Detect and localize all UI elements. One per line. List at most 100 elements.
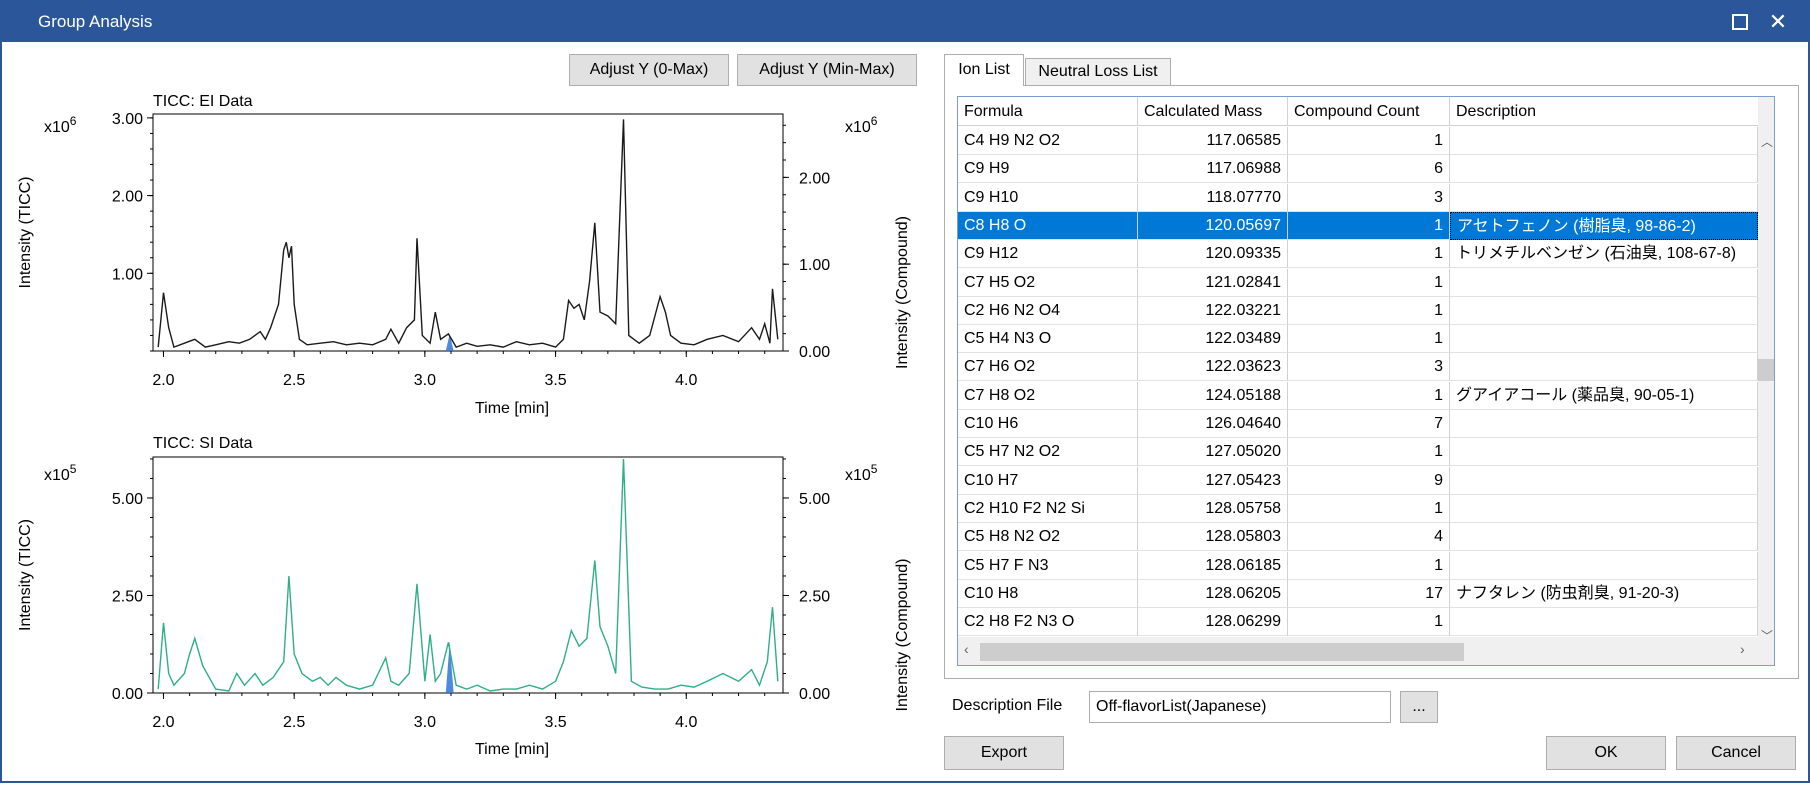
table-row[interactable]: C10 H8 128.06205 17 ナフタレン (防虫剤臭, 91-20-3)	[958, 579, 1774, 608]
table-row[interactable]: C7 H8 O2 124.05188 1 グアイアコール (薬品臭, 90-05-1)	[958, 381, 1774, 410]
y-axis-label-left: Intensity (TICC)	[17, 519, 34, 631]
close-icon[interactable]: ✕	[1764, 8, 1792, 36]
column-header-formula[interactable]: Formula	[958, 97, 1138, 126]
description-cell	[1450, 608, 1758, 637]
description-cell	[1450, 268, 1758, 297]
formula-cell: C7 H8 O2	[958, 381, 1138, 410]
count-cell: 9	[1288, 466, 1450, 495]
table-row[interactable]: C10 H7 127.05423 9	[958, 466, 1774, 495]
mass-cell: 126.04640	[1138, 410, 1288, 438]
count-cell: 1	[1288, 211, 1450, 240]
description-file-label: Description File	[952, 697, 1063, 714]
table-row[interactable]: C9 H10 118.07770 3	[958, 183, 1774, 212]
table-row[interactable]: C9 H9 117.06988 6	[958, 155, 1774, 184]
formula-cell: C2 H8 F2 N3 O	[958, 608, 1138, 637]
y-tick-label-left: 3.00	[112, 111, 143, 128]
x-axis-label: Time [min]	[475, 400, 549, 417]
x-tick-label: 2.5	[283, 372, 305, 389]
table-row[interactable]: C5 H7 N2 O2 127.05020 1	[958, 438, 1774, 467]
chart-title: TICC: SI Data	[153, 435, 253, 452]
table-header: Formula Calculated Mass Compound Count D…	[958, 97, 1774, 126]
y-tick-label-left: 2.00	[112, 189, 143, 206]
formula-cell: C10 H7	[958, 466, 1138, 495]
y-axis-label-right: Intensity (Compound)	[894, 216, 911, 369]
ion-list-table[interactable]: Formula Calculated Mass Compound Count D…	[957, 96, 1775, 666]
y-axis-label-right: Intensity (Compound)	[894, 559, 911, 712]
y-axis-label-left: Intensity (TICC)	[17, 176, 34, 288]
mass-cell: 122.03489	[1138, 325, 1288, 354]
table-row[interactable]: C2 H6 N2 O4 122.03221 1	[958, 296, 1774, 325]
chart-title: TICC: EI Data	[153, 93, 253, 110]
table-row[interactable]: C5 H8 N2 O2 128.05803 4	[958, 523, 1774, 552]
plot-frame	[152, 113, 784, 352]
table-row[interactable]: C9 H12 120.09335 1 トリメチルベンゼン (石油臭, 108-67-8…	[958, 240, 1774, 269]
count-cell: 1	[1288, 296, 1450, 325]
description-cell	[1450, 127, 1758, 155]
count-cell: 4	[1288, 523, 1450, 552]
y-tick-label-right: 1.00	[799, 257, 830, 274]
scroll-right-icon[interactable]: ›	[1740, 641, 1745, 657]
x-tick-label: 3.5	[544, 372, 566, 389]
formula-cell: C9 H10	[958, 183, 1138, 212]
y-tick-label-right: 2.00	[799, 170, 830, 187]
table-row[interactable]: C2 H8 F2 N3 O 128.06299 1	[958, 608, 1774, 637]
vertical-scroll-thumb[interactable]	[1758, 359, 1774, 381]
table-row[interactable]: C5 H4 N3 O 122.03489 1	[958, 325, 1774, 354]
description-file-field[interactable]: Off-flavorList(Japanese)	[1089, 691, 1391, 723]
column-header-calculated-mass[interactable]: Calculated Mass	[1138, 97, 1288, 126]
y-multiplier-left: x105	[44, 462, 77, 484]
count-cell: 1	[1288, 494, 1450, 523]
mass-cell: 117.06988	[1138, 155, 1288, 184]
mass-cell: 124.05188	[1138, 381, 1288, 410]
tab-ion-list[interactable]: Ion List	[944, 54, 1024, 86]
table-row[interactable]: C2 H10 F2 N2 Si 128.05758 1	[958, 494, 1774, 523]
mass-cell: 121.02841	[1138, 268, 1288, 297]
count-cell: 1	[1288, 268, 1450, 297]
table-row[interactable]: C7 H5 O2 121.02841 1	[958, 268, 1774, 297]
table-row[interactable]: C10 H6 126.04640 7	[958, 410, 1774, 438]
export-button[interactable]: Export	[944, 736, 1064, 770]
y-multiplier-right: x106	[845, 114, 878, 136]
formula-cell: C9 H9	[958, 155, 1138, 184]
formula-cell: C2 H10 F2 N2 Si	[958, 494, 1138, 523]
tab-neutral-loss-list[interactable]: Neutral Loss List	[1025, 58, 1171, 86]
description-cell: グアイアコール (薬品臭, 90-05-1)	[1450, 381, 1758, 410]
count-cell: 1	[1288, 608, 1450, 637]
description-cell	[1450, 494, 1758, 523]
count-cell: 1	[1288, 240, 1450, 269]
browse-button[interactable]: ...	[1400, 691, 1438, 723]
formula-cell: C10 H8	[958, 579, 1138, 608]
horizontal-scrollbar[interactable]: ‹ ›	[958, 637, 1758, 665]
ok-button[interactable]: OK	[1546, 736, 1666, 770]
table-row[interactable]: C8 H8 O 120.05697 1 アセトフェノン (樹脂臭, 98-86-2)	[958, 211, 1774, 240]
maximize-icon[interactable]	[1726, 8, 1754, 36]
table-row[interactable]: C4 H9 N2 O2 117.06585 1	[958, 127, 1774, 155]
description-cell	[1450, 353, 1758, 382]
description-cell: アセトフェノン (樹脂臭, 98-86-2)	[1450, 211, 1758, 240]
mass-cell: 128.05758	[1138, 494, 1288, 523]
column-header-compound-count[interactable]: Compound Count	[1288, 97, 1450, 126]
x-tick-label: 3.5	[544, 714, 566, 731]
formula-cell: C5 H8 N2 O2	[958, 523, 1138, 552]
cancel-button[interactable]: Cancel	[1676, 736, 1796, 770]
description-cell	[1450, 438, 1758, 467]
horizontal-scroll-thumb[interactable]	[980, 643, 1464, 661]
scroll-up-icon[interactable]: ︿	[1761, 133, 1773, 150]
y-tick-label-left: 5.00	[112, 491, 143, 508]
formula-cell: C9 H12	[958, 240, 1138, 269]
count-cell: 6	[1288, 155, 1450, 184]
formula-cell: C10 H6	[958, 410, 1138, 438]
column-header-description[interactable]: Description	[1450, 97, 1758, 126]
vertical-scrollbar[interactable]: ︿ ﹀	[1758, 97, 1774, 665]
mass-cell: 117.06585	[1138, 127, 1288, 155]
scroll-left-icon[interactable]: ‹	[964, 641, 969, 657]
plot-frame	[152, 456, 784, 694]
count-cell: 1	[1288, 325, 1450, 354]
scroll-down-icon[interactable]: ﹀	[1761, 627, 1773, 644]
y-tick-label-left: 0.00	[112, 686, 143, 703]
count-cell: 7	[1288, 410, 1450, 438]
table-row[interactable]: C5 H7 F N3 128.06185 1	[958, 551, 1774, 580]
ion-list-panel: Formula Calculated Mass Compound Count D…	[944, 85, 1799, 679]
table-row[interactable]: C7 H6 O2 122.03623 3	[958, 353, 1774, 382]
x-tick-label: 2.0	[152, 714, 174, 731]
